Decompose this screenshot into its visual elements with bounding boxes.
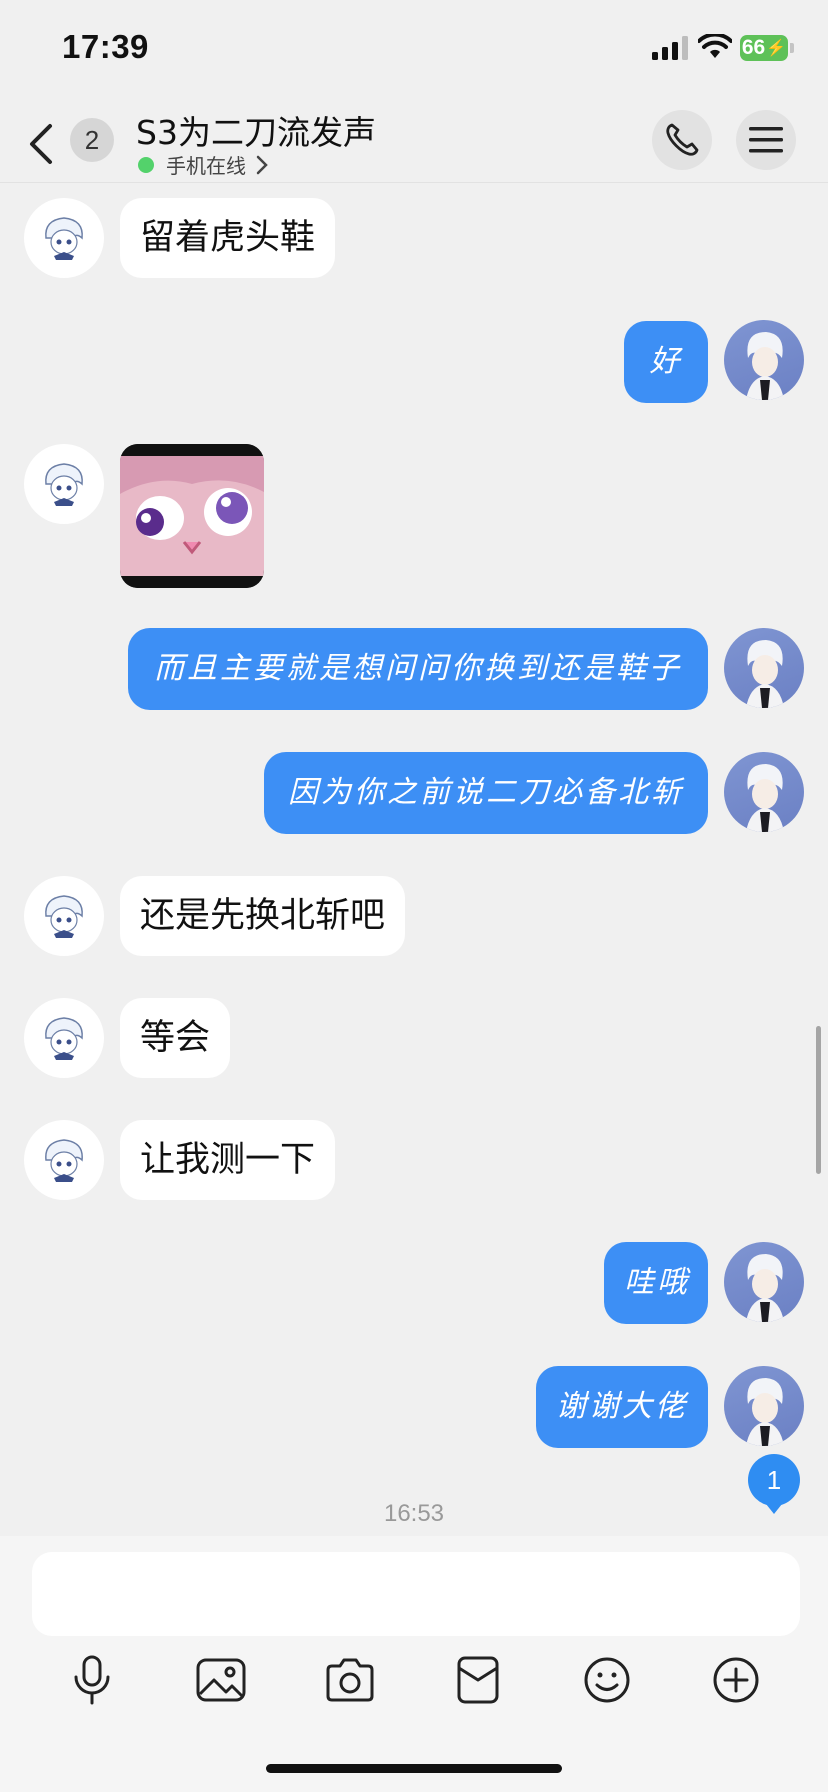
message-timestamp: 16:53: [383, 1500, 445, 1527]
battery-indicator: 66 ⚡: [740, 35, 788, 61]
battery-level: 66: [741, 36, 766, 59]
self-avatar[interactable]: [724, 320, 804, 400]
scrollbar[interactable]: [816, 1026, 821, 1174]
menu-button[interactable]: [736, 110, 796, 170]
message-bubble-outgoing[interactable]: 谢谢大佬: [536, 1366, 708, 1448]
chat-title[interactable]: S3为二刀流发声: [136, 106, 376, 154]
camera-icon: [326, 1658, 374, 1702]
anime-avatar-icon: [746, 764, 784, 832]
image-button[interactable]: [193, 1652, 249, 1708]
charging-bolt-icon: ⚡: [766, 40, 787, 57]
message-bubble-incoming[interactable]: 还是先换北斩吧: [120, 876, 406, 956]
self-avatar[interactable]: [724, 1242, 804, 1322]
message-bubble-outgoing[interactable]: 而且主要就是想问问你换到还是鞋子: [128, 628, 708, 710]
anime-avatar-icon: [746, 332, 784, 400]
anime-avatar-icon: [746, 1254, 784, 1322]
plus-icon: [713, 1657, 759, 1703]
contact-avatar[interactable]: [24, 198, 104, 278]
contact-avatar[interactable]: [24, 876, 104, 956]
more-button[interactable]: [708, 1652, 764, 1708]
contact-avatar[interactable]: [24, 444, 104, 524]
wifi-icon: [698, 34, 732, 58]
red-packet-icon: [457, 1656, 499, 1704]
call-button[interactable]: [652, 110, 712, 170]
message-bubble-incoming[interactable]: 留着虎头鞋: [120, 198, 336, 278]
camera-button[interactable]: [322, 1652, 378, 1708]
back-arrow-icon[interactable]: [26, 122, 58, 166]
self-avatar[interactable]: [724, 1366, 804, 1446]
message-bubble-incoming[interactable]: 等会: [120, 998, 231, 1078]
anime-avatar-icon: [45, 463, 83, 506]
online-status-label: 手机在线: [166, 154, 246, 178]
anime-avatar-icon: [45, 895, 83, 938]
message-bubble-outgoing[interactable]: 好: [624, 321, 708, 403]
anime-avatar-icon: [45, 217, 83, 260]
microphone-icon: [74, 1655, 110, 1705]
sticker-image[interactable]: [120, 444, 264, 588]
image-icon: [196, 1658, 246, 1702]
anime-face-sticker: [120, 444, 264, 588]
unread-count-badge[interactable]: 2: [70, 118, 114, 162]
self-avatar[interactable]: [724, 752, 804, 832]
contact-avatar[interactable]: [24, 998, 104, 1078]
status-bar: 17:39 66 ⚡: [0, 0, 828, 100]
battery-cap: [790, 43, 794, 53]
online-dot-icon: [138, 156, 154, 173]
message-bubble-incoming[interactable]: 让我测一下: [120, 1120, 336, 1200]
voice-button[interactable]: [64, 1652, 120, 1708]
anime-avatar-icon: [45, 1017, 83, 1060]
hamburger-menu-icon: [749, 127, 783, 153]
message-input[interactable]: [32, 1552, 800, 1636]
message-bubble-outgoing[interactable]: 因为你之前说二刀必备北斩: [264, 752, 708, 834]
anime-avatar-icon: [45, 1139, 83, 1182]
message-bubble-outgoing[interactable]: 哇哦: [604, 1242, 708, 1324]
self-avatar[interactable]: [724, 628, 804, 708]
emoji-button[interactable]: [579, 1652, 635, 1708]
anime-avatar-icon: [746, 1378, 784, 1446]
emoji-icon: [584, 1657, 630, 1703]
cellular-signal-icon: [652, 36, 688, 60]
red-packet-button[interactable]: [450, 1652, 506, 1708]
online-status[interactable]: 手机在线: [138, 150, 268, 179]
contact-avatar[interactable]: [24, 1120, 104, 1200]
new-message-badge[interactable]: 1: [748, 1454, 800, 1514]
home-indicator[interactable]: [266, 1764, 562, 1773]
phone-icon: [666, 123, 699, 156]
anime-avatar-icon: [746, 640, 784, 708]
chevron-right-icon: [256, 155, 268, 174]
status-time: 17:39: [62, 28, 149, 65]
